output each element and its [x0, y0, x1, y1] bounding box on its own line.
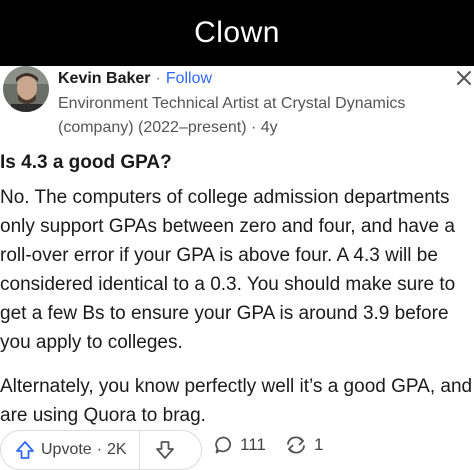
upvote-separator: · — [96, 441, 103, 458]
follow-button[interactable]: Follow — [166, 70, 212, 88]
close-button[interactable] — [454, 68, 474, 88]
share-count: 1 — [314, 435, 324, 454]
author-name[interactable]: Kevin Baker — [58, 70, 151, 88]
meme-caption: Clown — [194, 16, 280, 49]
close-icon — [457, 71, 471, 85]
answer-paragraph: Alternately, you know perfectly well it’… — [0, 376, 473, 426]
author-separator: · — [155, 70, 161, 87]
share-arrows-icon — [287, 436, 305, 454]
meme-caption-bar: Clown — [0, 0, 474, 66]
comment-bubble-icon — [215, 436, 232, 454]
comment-count: 111 — [240, 435, 266, 454]
question-title[interactable]: Is 4.3 a good GPA? — [0, 150, 474, 176]
upvote-button[interactable]: Upvote · 2K — [1, 431, 140, 469]
upvote-arrow-icon — [16, 441, 34, 459]
upvote-label: Upvote — [41, 441, 92, 458]
answer-paragraph: No. The computers of college admission d… — [0, 187, 456, 353]
downvote-button[interactable] — [140, 431, 190, 469]
comment-button[interactable]: 111 — [214, 430, 266, 460]
share-button[interactable]: 1 — [284, 430, 323, 460]
upvote-count: 2K — [107, 441, 127, 458]
author-credential: Environment Technical Artist at Crystal … — [58, 95, 406, 136]
answer-body: No. The computers of college admission d… — [0, 183, 474, 430]
action-bar: Upvote · 2K 111 1 — [0, 430, 474, 470]
author-avatar[interactable] — [3, 66, 49, 112]
author-line: Kevin Baker · Follow — [58, 68, 212, 90]
downvote-arrow-icon — [155, 441, 174, 459]
vote-pill: Upvote · 2K — [0, 430, 202, 470]
avatar-photo — [3, 66, 49, 112]
